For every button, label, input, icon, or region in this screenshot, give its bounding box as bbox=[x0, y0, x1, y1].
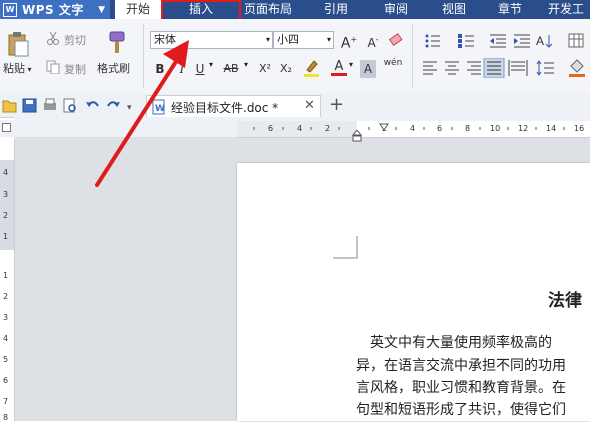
svg-text:A: A bbox=[536, 34, 544, 48]
phonetic-guide-button[interactable]: wén bbox=[380, 58, 406, 76]
paragraph-align-row bbox=[420, 57, 590, 79]
paste-button[interactable]: 粘贴 ▾ bbox=[3, 60, 32, 76]
ribbon-separator bbox=[412, 24, 413, 88]
scissors-icon[interactable] bbox=[46, 31, 60, 45]
tab-references[interactable]: 引用 bbox=[312, 0, 360, 19]
shrink-font-icon[interactable]: A- bbox=[364, 31, 382, 50]
ruler-number: 4 bbox=[3, 168, 9, 177]
chevron-down-icon[interactable]: ▾ bbox=[327, 32, 331, 48]
tab-home[interactable]: 开始 bbox=[115, 0, 161, 19]
bullets-icon bbox=[425, 34, 440, 48]
font-size-select[interactable]: 小四 ▾ bbox=[273, 31, 334, 49]
margin-corner-mark bbox=[333, 236, 358, 259]
ruler-number: 5 bbox=[3, 355, 9, 364]
increase-indent-icon bbox=[514, 34, 530, 48]
highlight-color-icon[interactable] bbox=[302, 58, 322, 78]
ruler-ticks bbox=[253, 127, 565, 130]
font-size-value: 小四 bbox=[277, 33, 299, 46]
ruler-number: 6 bbox=[3, 376, 9, 385]
wps-logo-icon: W bbox=[3, 2, 17, 17]
print-icon bbox=[44, 98, 56, 110]
align-right-icon bbox=[467, 61, 481, 75]
document-heading: 法律 bbox=[548, 291, 582, 311]
ruler-number: 2 bbox=[3, 292, 9, 301]
paste-icon[interactable] bbox=[6, 31, 30, 57]
ruler-number: 1 bbox=[3, 232, 9, 241]
ruler-number: 1 bbox=[3, 271, 9, 280]
close-icon[interactable]: ✕ bbox=[304, 98, 315, 113]
app-menu-button[interactable]: W WPS 文字 ▼ bbox=[0, 0, 110, 19]
phonetic-label: wén bbox=[383, 58, 403, 68]
tab-page-layout[interactable]: 页面布局 bbox=[236, 0, 300, 19]
copy-button[interactable]: 复制 bbox=[64, 61, 86, 77]
new-tab-plus-icon[interactable]: + bbox=[329, 95, 347, 115]
font-color-button[interactable]: A bbox=[331, 58, 347, 76]
ruler-number: 2 bbox=[3, 211, 9, 220]
tab-review[interactable]: 审阅 bbox=[372, 0, 420, 19]
subscript-button[interactable]: X₂ bbox=[277, 60, 295, 78]
chevron-down-icon: ▼ bbox=[98, 4, 105, 15]
document-line: 句型和短语形成了共识，使得它们 bbox=[356, 402, 566, 418]
tab-sections[interactable]: 章节 bbox=[486, 0, 534, 19]
justify-icon bbox=[483, 57, 505, 79]
distributed-align-icon bbox=[508, 60, 528, 76]
app-name: WPS 文字 bbox=[22, 3, 84, 17]
copy-icon[interactable] bbox=[46, 60, 60, 75]
save-icon bbox=[22, 98, 37, 113]
decrease-indent-icon bbox=[490, 34, 506, 48]
table-icon bbox=[568, 33, 584, 48]
tab-stop-selector-icon[interactable] bbox=[2, 123, 11, 132]
document-line: 异，在语言交流中承担不同的功用 bbox=[356, 358, 566, 374]
print-preview-icon bbox=[63, 98, 76, 113]
align-left-icon bbox=[423, 61, 437, 75]
strikethrough-button[interactable]: AB bbox=[220, 60, 242, 78]
first-line-indent-marker-icon[interactable] bbox=[379, 121, 389, 131]
character-shading-button[interactable]: A bbox=[360, 60, 376, 78]
chevron-down-icon[interactable]: ▾ bbox=[349, 60, 353, 69]
line-spacing-icon bbox=[536, 60, 554, 76]
tab-developer[interactable]: 开发工 bbox=[548, 0, 590, 19]
cut-button[interactable]: 剪切 bbox=[64, 32, 86, 48]
left-indent-marker-icon[interactable] bbox=[351, 129, 363, 142]
open-folder-icon bbox=[2, 100, 17, 113]
ruler-number: 3 bbox=[3, 313, 9, 322]
chevron-down-icon[interactable]: ▾ bbox=[266, 32, 270, 48]
document-line: 英文中有大量使用频率极高的 bbox=[370, 335, 552, 351]
document-line: 言风格，职业习惯和教育背景。在 bbox=[356, 380, 566, 396]
paste-label: 粘贴 bbox=[3, 62, 25, 75]
clear-format-icon[interactable] bbox=[388, 32, 405, 48]
paragraph-list-row: A bbox=[420, 31, 590, 51]
sort-icon: A bbox=[536, 34, 553, 48]
ruler-number: 7 bbox=[3, 397, 9, 406]
numbering-icon bbox=[458, 34, 474, 48]
font-color-label: A bbox=[334, 59, 344, 74]
align-center-icon bbox=[445, 61, 459, 75]
tab-view[interactable]: 视图 bbox=[430, 0, 478, 19]
ruler-number: 3 bbox=[3, 190, 9, 199]
chevron-down-icon[interactable]: ▾ bbox=[244, 60, 248, 69]
annotation-arrow bbox=[95, 40, 189, 187]
superscript-button[interactable]: X² bbox=[256, 60, 274, 78]
grow-font-icon[interactable]: A+ bbox=[340, 31, 358, 52]
ruler-number: 4 bbox=[3, 334, 9, 343]
paint-bucket-icon bbox=[569, 59, 585, 77]
